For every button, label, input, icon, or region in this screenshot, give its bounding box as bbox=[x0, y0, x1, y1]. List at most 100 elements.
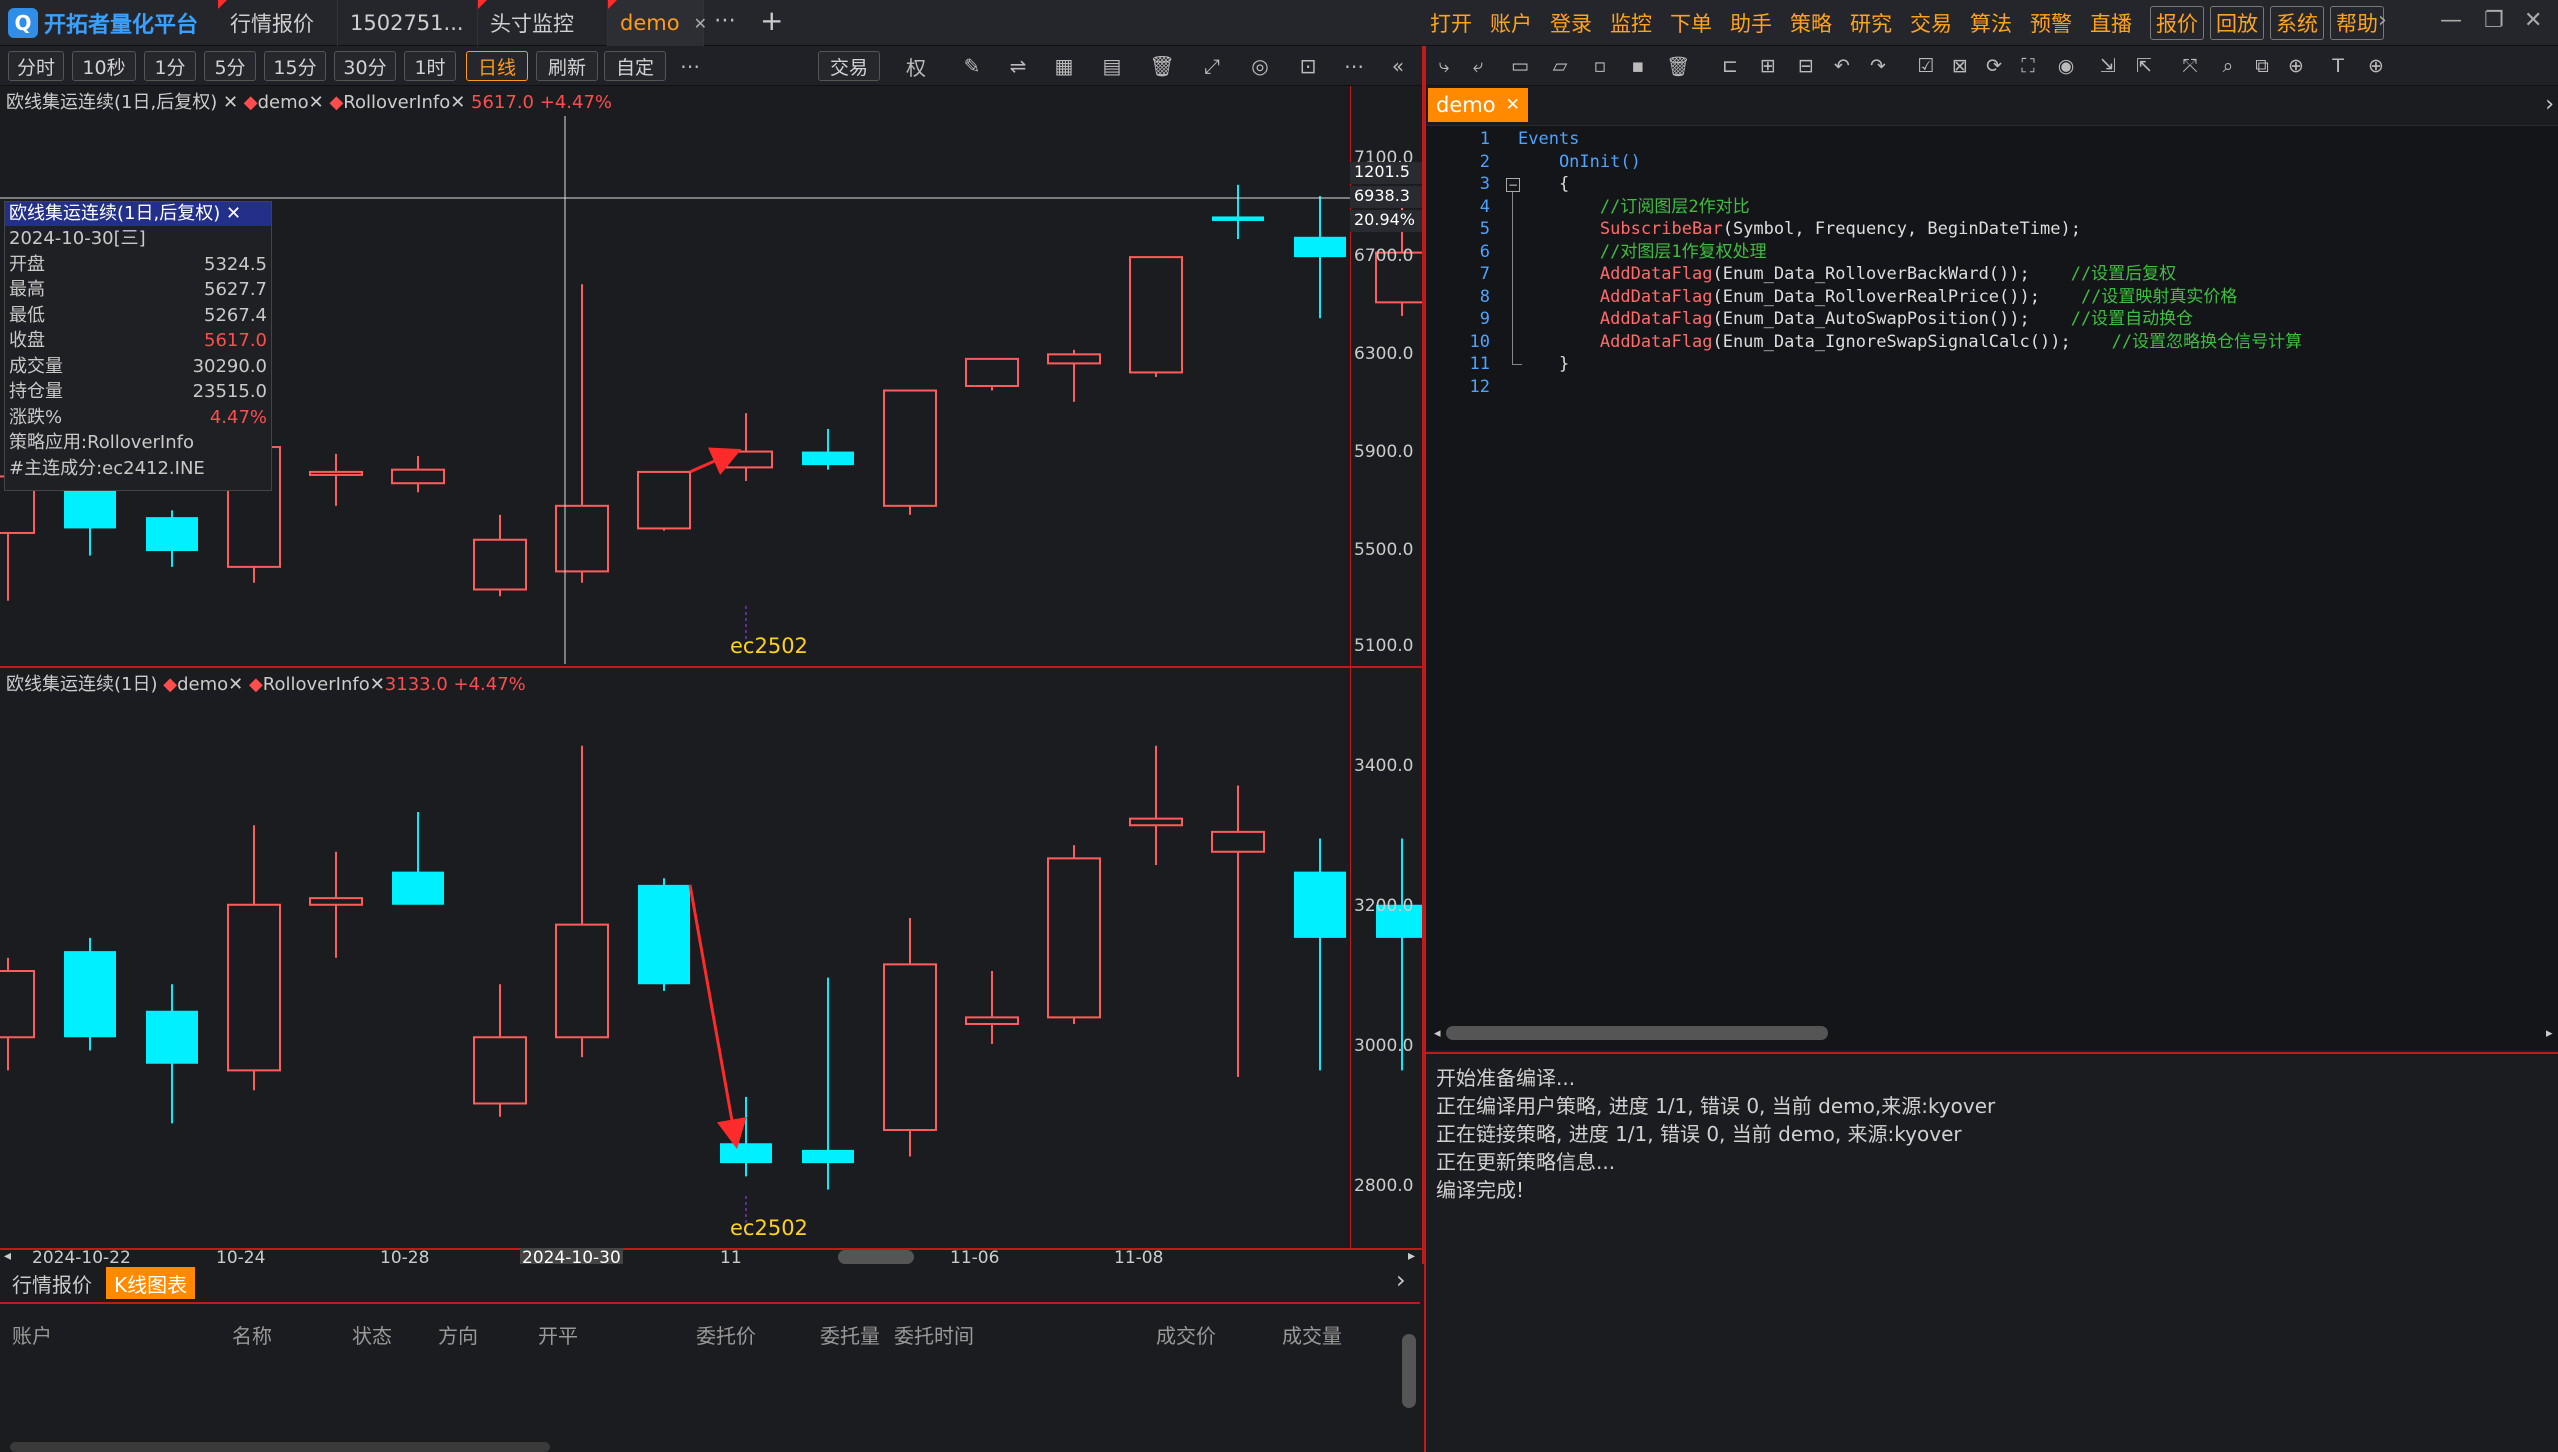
candle[interactable] bbox=[309, 453, 363, 506]
menu-item[interactable]: 研究 bbox=[1850, 8, 1892, 38]
tab-demo[interactable]: demo ✕ bbox=[608, 0, 707, 46]
trade-button[interactable]: 交易 bbox=[818, 51, 880, 81]
vertical-scrollbar[interactable] bbox=[1402, 1334, 1416, 1408]
more-icon[interactable]: ⋯ bbox=[678, 54, 702, 78]
text-icon[interactable]: T bbox=[2326, 54, 2350, 78]
shrink-icon[interactable]: ⤧ bbox=[2178, 54, 2202, 78]
crop-icon[interactable]: ⊏ bbox=[1718, 54, 1742, 78]
sliders-icon[interactable]: ⇌ bbox=[1006, 54, 1030, 78]
period-button[interactable]: 1分 bbox=[144, 51, 196, 81]
menu-item[interactable]: 预警 bbox=[2030, 8, 2072, 38]
indicator-name[interactable]: demo bbox=[177, 674, 228, 695]
menu-item[interactable]: 监控 bbox=[1610, 8, 1652, 38]
vertical-divider[interactable] bbox=[1422, 46, 1426, 1452]
candle[interactable] bbox=[146, 984, 198, 1124]
search-icon[interactable]: ⌕ bbox=[2216, 54, 2240, 78]
editor-horizontal-scrollbar[interactable] bbox=[1446, 1026, 1828, 1040]
copy-icon[interactable]: ⊞ bbox=[1756, 54, 1780, 78]
restore-icon[interactable]: ❐ bbox=[2484, 8, 2504, 33]
scroll-left-icon[interactable]: ◂ bbox=[1434, 1026, 1441, 1041]
undo-icon[interactable]: ↶ bbox=[1830, 54, 1854, 78]
candle[interactable] bbox=[1211, 785, 1265, 1078]
delete-icon[interactable]: 🗑 bbox=[1666, 54, 1690, 78]
refresh-button[interactable]: 刷新 bbox=[536, 51, 598, 81]
scroll-left-icon[interactable]: ◂ bbox=[4, 1248, 11, 1264]
refresh-icon[interactable]: ⟳ bbox=[1982, 54, 2006, 78]
menu-item[interactable]: 账户 bbox=[1490, 8, 1532, 38]
menu-item[interactable]: 交易 bbox=[1910, 8, 1952, 38]
scroll-right-icon[interactable]: ▸ bbox=[2546, 1026, 2553, 1041]
menu-item[interactable]: 下单 bbox=[1670, 8, 1712, 38]
candle[interactable] bbox=[638, 878, 690, 991]
period-button[interactable]: 30分 bbox=[334, 51, 396, 81]
more-tabs-icon[interactable]: ⋯ bbox=[714, 8, 736, 33]
menu-item[interactable]: 报价 bbox=[2150, 6, 2204, 40]
insert-icon[interactable]: ⤷ bbox=[1432, 54, 1456, 78]
zoom-in-icon[interactable]: ⊕ bbox=[2364, 54, 2388, 78]
column-header[interactable]: 成交价 bbox=[1156, 1320, 1216, 1349]
menu-item[interactable]: 助手 bbox=[1730, 8, 1772, 38]
tab-account[interactable]: 1502751... bbox=[338, 0, 478, 46]
open-folder-icon[interactable]: ▱ bbox=[1548, 54, 1572, 78]
chevron-right-icon[interactable]: › bbox=[1396, 1266, 1406, 1294]
column-header[interactable]: 成交量 bbox=[1282, 1320, 1342, 1349]
indicator-name[interactable]: RolloverInfo bbox=[263, 674, 370, 695]
candle[interactable] bbox=[1129, 256, 1183, 377]
select-icon[interactable]: ⛶ bbox=[2016, 54, 2040, 78]
folder-icon[interactable]: ▭ bbox=[1508, 54, 1532, 78]
menu-item[interactable]: 打开 bbox=[1430, 8, 1472, 38]
horizontal-scrollbar[interactable] bbox=[10, 1442, 550, 1452]
calculator-icon[interactable]: ▦ bbox=[1052, 54, 1076, 78]
menu-item[interactable]: 登录 bbox=[1550, 8, 1592, 38]
pencil-icon[interactable]: ✎ bbox=[960, 54, 984, 78]
column-header[interactable]: 委托价 bbox=[696, 1320, 756, 1349]
menu-item[interactable]: 直播 bbox=[2090, 8, 2132, 38]
period-button[interactable]: 5分 bbox=[204, 51, 256, 81]
minimize-icon[interactable]: — bbox=[2440, 8, 2462, 33]
menu-item[interactable]: 策略 bbox=[1790, 8, 1832, 38]
screenshot-icon[interactable]: ⊡ bbox=[1296, 54, 1320, 78]
save-all-icon[interactable]: ▪ bbox=[1626, 54, 1650, 78]
close-icon[interactable]: ✕ bbox=[1506, 95, 1520, 115]
menu-item[interactable]: 系统 bbox=[2270, 6, 2324, 40]
chevron-right-icon[interactable]: › bbox=[2378, 8, 2387, 33]
candle[interactable] bbox=[965, 357, 1019, 391]
editor-tab-demo[interactable]: demo ✕ bbox=[1428, 88, 1528, 122]
tab-quotes[interactable]: 行情报价 bbox=[4, 1264, 100, 1302]
period-button-daily[interactable]: 日线 bbox=[466, 51, 528, 81]
save-icon[interactable]: ▫ bbox=[1588, 54, 1612, 78]
layout-icon[interactable]: ▤ bbox=[1100, 54, 1124, 78]
period-button[interactable]: 10秒 bbox=[72, 51, 136, 81]
tab-kline[interactable]: K线图表 bbox=[106, 1267, 196, 1299]
menu-item[interactable]: 回放 bbox=[2210, 6, 2264, 40]
candle[interactable] bbox=[555, 284, 609, 583]
paste-icon[interactable]: ⊟ bbox=[1794, 54, 1818, 78]
close-window-icon[interactable]: ✕ bbox=[2524, 8, 2542, 33]
candle[interactable] bbox=[719, 413, 773, 481]
trash-icon[interactable]: 🗑 bbox=[1149, 54, 1174, 78]
candle[interactable] bbox=[883, 918, 937, 1157]
kline-chart[interactable]: 欧线集运连续(1日,后复权) ✕ ◆demo✕ ◆RolloverInfo✕ 5… bbox=[0, 86, 1424, 1268]
collapse-icon[interactable]: « bbox=[1386, 54, 1410, 78]
add-tab-icon[interactable]: + bbox=[760, 4, 783, 37]
column-header[interactable]: 委托时间 bbox=[894, 1320, 974, 1349]
expand-icon[interactable]: ⤢ bbox=[1200, 54, 1224, 78]
column-header[interactable]: 委托量 bbox=[820, 1320, 880, 1349]
period-button[interactable]: 分时 bbox=[8, 51, 64, 81]
candle[interactable] bbox=[883, 389, 937, 515]
candle[interactable] bbox=[1129, 745, 1183, 865]
candle[interactable] bbox=[473, 984, 527, 1117]
column-header[interactable]: 账户 bbox=[12, 1320, 52, 1349]
custom-button[interactable]: 自定 bbox=[604, 51, 666, 81]
indicator-name[interactable]: RolloverInfo bbox=[343, 92, 450, 113]
scroll-right-icon[interactable]: ▸ bbox=[1408, 1248, 1415, 1264]
insert-func-icon[interactable]: ⤶ bbox=[1466, 54, 1490, 78]
find-icon[interactable]: ⊕ bbox=[2284, 54, 2308, 78]
tab-quotes[interactable]: 行情报价 bbox=[218, 0, 338, 46]
import-icon[interactable]: ⇲ bbox=[2096, 54, 2120, 78]
export-icon[interactable]: ⇱ bbox=[2132, 54, 2156, 78]
redo-icon[interactable]: ↷ bbox=[1866, 54, 1890, 78]
period-button[interactable]: 1时 bbox=[404, 51, 456, 81]
candle[interactable] bbox=[1294, 196, 1346, 319]
candle[interactable] bbox=[637, 470, 691, 531]
